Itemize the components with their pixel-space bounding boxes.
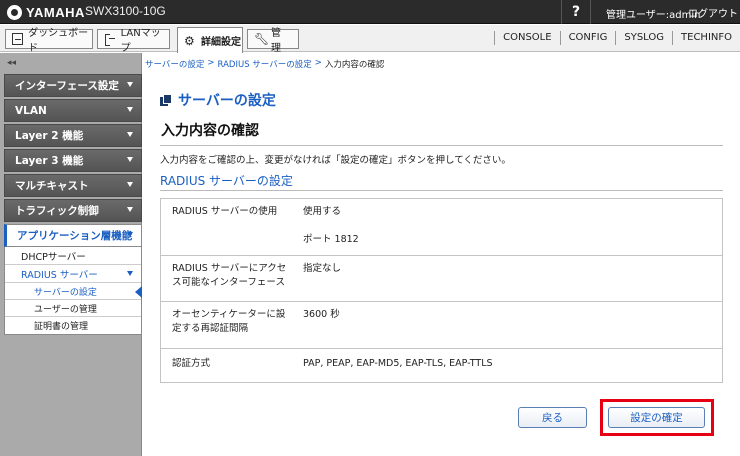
application-layer-submenu: DHCPサーバー RADIUS サーバー サーバーの設定 ユーザーの管理 証明書… bbox=[4, 247, 142, 335]
sidebar-item-label: VLAN bbox=[15, 104, 47, 117]
value-text: 3600 秒 bbox=[303, 309, 340, 320]
tab-bar: ダッシュボード LANマップ ⚙ 詳細設定 🔧︎ 管 理 CONSOLE CON… bbox=[0, 25, 740, 54]
row-value: PAP, PEAP, EAP-MD5, EAP-TLS, EAP-TTLS bbox=[293, 349, 722, 382]
console-link[interactable]: CONSOLE bbox=[494, 31, 559, 45]
tab-label: ダッシュボード bbox=[28, 28, 89, 54]
sidebar-item-layer2[interactable]: Layer 2 機能 bbox=[4, 124, 142, 147]
row-label: オーセンティケーターに設定する再認証間隔 bbox=[172, 309, 286, 334]
sidebar-item-server-settings[interactable]: サーバーの設定 bbox=[5, 283, 142, 300]
wrench-icon: 🔧︎ bbox=[254, 32, 270, 46]
sidebar-item-label: アプリケーション層機能 bbox=[17, 230, 133, 242]
row-value: 3600 秒 bbox=[293, 302, 722, 348]
brand-name: YAMAHA bbox=[26, 4, 85, 20]
sidebar-item-label: サーバーの設定 bbox=[34, 287, 97, 298]
dashboard-icon bbox=[12, 33, 24, 45]
divider bbox=[160, 190, 723, 191]
chevron-down-icon bbox=[127, 157, 133, 162]
confirm-settings-button[interactable]: 設定の確定 bbox=[608, 407, 705, 428]
sidebar-item-label: ユーザーの管理 bbox=[34, 304, 97, 315]
tab-label: 詳細設定 bbox=[201, 37, 241, 48]
sidebar-item-label: Layer 2 機能 bbox=[15, 130, 84, 142]
sidebar: ◂◂ インターフェース設定 VLAN Layer 2 機能 Layer 3 機能… bbox=[0, 53, 142, 456]
sidebar-item-label: トラフィック制御 bbox=[15, 205, 99, 217]
yamaha-logo-icon bbox=[7, 4, 22, 20]
tab-label: 管 理 bbox=[271, 28, 291, 54]
sidebar-item-traffic-control[interactable]: トラフィック制御 bbox=[4, 199, 142, 222]
sidebar-item-label: DHCPサーバー bbox=[21, 251, 86, 263]
row-label: RADIUS サーバーの使用 bbox=[172, 206, 278, 217]
table-row: RADIUS サーバーの使用 使用する ポート 1812 bbox=[161, 199, 722, 256]
sidebar-menu: インターフェース設定 VLAN Layer 2 機能 Layer 3 機能 マル… bbox=[4, 74, 142, 335]
help-button[interactable]: ? bbox=[561, 0, 591, 24]
row-label: RADIUS サーバーにアクセス可能なインターフェース bbox=[172, 263, 287, 288]
logout-link[interactable]: ログアウト bbox=[688, 5, 738, 20]
chevron-down-icon bbox=[127, 132, 133, 137]
table-row: RADIUS サーバーにアクセス可能なインターフェース 指定なし bbox=[161, 256, 722, 302]
radius-settings-title: RADIUS サーバーの設定 bbox=[160, 174, 293, 188]
sidebar-item-label: マルチキャスト bbox=[15, 180, 89, 192]
row-value: 使用する ポート 1812 bbox=[293, 199, 722, 255]
value-text: 指定なし bbox=[303, 263, 342, 274]
collapse-sidebar-icon[interactable]: ◂◂ bbox=[7, 58, 16, 68]
main-content: サーバーの設定 > RADIUS サーバーの設定 > 入力内容の確認 サーバーの… bbox=[143, 53, 740, 456]
chevron-down-icon bbox=[127, 82, 133, 87]
breadcrumb-current: 入力内容の確認 bbox=[324, 60, 385, 70]
value-text: 使用する bbox=[303, 206, 342, 217]
tab-advanced-settings[interactable]: ⚙ 詳細設定 bbox=[177, 27, 243, 53]
sidebar-item-label: RADIUS サーバー bbox=[21, 269, 98, 281]
breadcrumb-link-server-settings[interactable]: サーバーの設定 bbox=[145, 58, 204, 70]
value-text: PAP, PEAP, EAP-MD5, EAP-TLS, EAP-TTLS bbox=[303, 358, 493, 369]
sidebar-item-label: Layer 3 機能 bbox=[15, 155, 84, 167]
divider bbox=[160, 145, 723, 146]
value-text: ポート 1812 bbox=[303, 234, 359, 245]
top-header: YAMAHA SWX3100-10G ? 管理ユーザー:admin ログアウト bbox=[0, 0, 740, 24]
gear-icon: ⚙ bbox=[184, 33, 195, 48]
document-icon bbox=[160, 94, 172, 106]
lan-map-icon bbox=[104, 33, 116, 46]
chevron-down-icon bbox=[127, 232, 133, 237]
back-button[interactable]: 戻る bbox=[518, 407, 587, 428]
section-title-text: サーバーの設定 bbox=[178, 93, 276, 109]
section-title: サーバーの設定 bbox=[160, 90, 276, 110]
chevron-down-icon bbox=[127, 182, 133, 187]
sidebar-item-label: 証明書の管理 bbox=[34, 322, 89, 332]
sidebar-item-certificate-management[interactable]: 証明書の管理 bbox=[5, 317, 141, 334]
breadcrumb-link-radius-settings[interactable]: RADIUS サーバーの設定 bbox=[218, 58, 312, 70]
admin-user-label: 管理ユーザー:admin bbox=[606, 10, 701, 21]
sidebar-item-user-management[interactable]: ユーザーの管理 bbox=[5, 300, 141, 317]
chevron-down-icon bbox=[127, 207, 133, 212]
tab-dashboard[interactable]: ダッシュボード bbox=[5, 28, 93, 54]
confirmation-table: RADIUS サーバーの使用 使用する ポート 1812 RADIUS サーバー… bbox=[160, 198, 723, 383]
model-name: SWX3100-10G bbox=[85, 4, 166, 18]
techinfo-link[interactable]: TECHINFO bbox=[672, 31, 740, 45]
row-value: 指定なし bbox=[293, 256, 722, 301]
row-label: 認証方式 bbox=[172, 358, 211, 369]
instruction-text: 入力内容をご確認の上、変更がなければ「設定の確定」ボタンを押してください。 bbox=[160, 155, 511, 166]
tab-lan-map[interactable]: LANマップ bbox=[97, 28, 170, 54]
table-row: 認証方式 PAP, PEAP, EAP-MD5, EAP-TLS, EAP-TT… bbox=[161, 349, 722, 382]
sidebar-item-radius-server[interactable]: RADIUS サーバー bbox=[5, 265, 141, 283]
syslog-link[interactable]: SYSLOG bbox=[615, 31, 672, 45]
top-links: CONSOLE CONFIG SYSLOG TECHINFO bbox=[494, 31, 740, 45]
sidebar-item-application-layer[interactable]: アプリケーション層機能 bbox=[4, 224, 142, 247]
tab-label: LANマップ bbox=[120, 28, 161, 54]
yamaha-logo: YAMAHA bbox=[7, 4, 85, 20]
table-row: オーセンティケーターに設定する再認証間隔 3600 秒 bbox=[161, 302, 722, 349]
chevron-down-icon bbox=[127, 271, 133, 276]
sidebar-item-interface[interactable]: インターフェース設定 bbox=[4, 74, 142, 97]
sidebar-item-label: インターフェース設定 bbox=[15, 80, 119, 92]
page-title: 入力内容の確認 bbox=[161, 123, 259, 139]
chevron-down-icon bbox=[127, 107, 133, 112]
breadcrumb: サーバーの設定 > RADIUS サーバーの設定 > 入力内容の確認 bbox=[145, 58, 384, 70]
breadcrumb-separator: > bbox=[314, 58, 322, 68]
breadcrumb-separator: > bbox=[207, 58, 215, 68]
config-link[interactable]: CONFIG bbox=[559, 31, 616, 45]
sidebar-item-vlan[interactable]: VLAN bbox=[4, 99, 142, 122]
tab-management[interactable]: 🔧︎ 管 理 bbox=[247, 28, 299, 54]
sidebar-item-multicast[interactable]: マルチキャスト bbox=[4, 174, 142, 197]
sidebar-item-layer3[interactable]: Layer 3 機能 bbox=[4, 149, 142, 172]
sidebar-item-dhcp-server[interactable]: DHCPサーバー bbox=[5, 247, 141, 265]
